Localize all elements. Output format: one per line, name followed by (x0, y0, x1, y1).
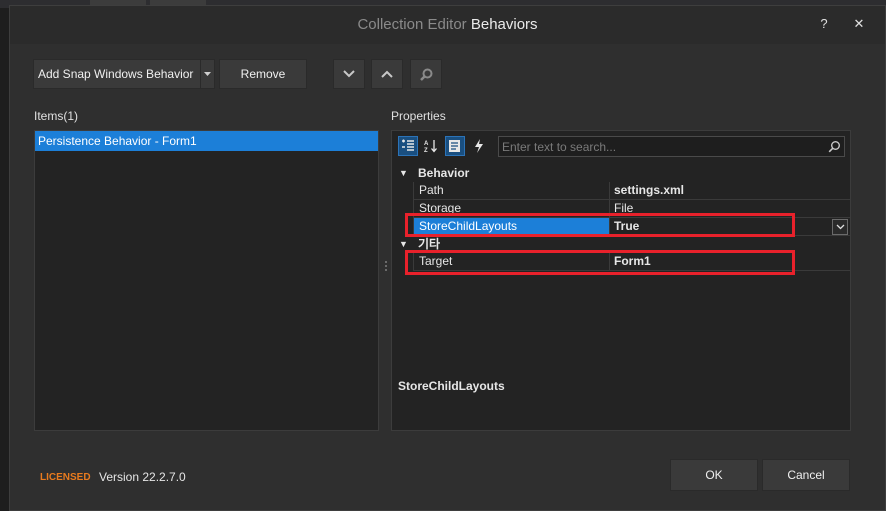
lightning-icon (475, 139, 483, 153)
property-pages-button[interactable] (445, 136, 465, 156)
close-button[interactable]: ✕ (851, 16, 867, 32)
alphabetical-icon: AZ (424, 140, 437, 153)
categorized-icon (402, 139, 414, 151)
remove-button[interactable]: Remove (219, 59, 307, 89)
licensed-badge: LICENSED (40, 472, 91, 483)
property-grid-toolbar: AZ (392, 131, 850, 161)
property-pages-icon (449, 140, 460, 152)
add-behavior-split-button[interactable]: Add Snap Windows Behavior (33, 59, 215, 89)
category-label: 기타 (418, 237, 441, 251)
alphabetical-button[interactable]: AZ (421, 136, 441, 156)
add-behavior-button[interactable]: Add Snap Windows Behavior (34, 67, 200, 81)
version-label: Version 22.2.7.0 (99, 470, 186, 484)
value-dropdown-button[interactable] (832, 219, 848, 235)
events-button[interactable] (469, 136, 489, 156)
move-up-button[interactable] (371, 59, 403, 89)
add-behavior-dropdown-arrow[interactable] (200, 60, 214, 88)
list-item[interactable]: Persistence Behavior - Form1 (35, 131, 378, 151)
chevron-down-icon (836, 224, 844, 230)
window-title-main: Behaviors (470, 16, 538, 33)
property-description-title: StoreChildLayouts (398, 379, 505, 393)
caret-down-icon (204, 72, 211, 76)
property-search-box[interactable] (498, 136, 845, 157)
window-title: Collection Editor Behaviors (10, 16, 885, 33)
title-bar: Collection Editor Behaviors ? ✕ (10, 6, 885, 44)
search-icon (419, 68, 432, 81)
cancel-button[interactable]: Cancel (762, 459, 850, 491)
property-value[interactable]: settings.xml (610, 182, 850, 199)
window-title-prefix: Collection Editor (357, 16, 471, 33)
help-button[interactable]: ? (816, 16, 832, 32)
categorized-button[interactable] (398, 136, 418, 156)
ok-button[interactable]: OK (670, 459, 758, 491)
collapse-icon[interactable]: ▼ (399, 165, 408, 182)
category-label: Behavior (418, 166, 470, 180)
panel-splitter-handle[interactable] (383, 261, 389, 275)
items-header: Items(1) (34, 109, 79, 123)
move-down-button[interactable] (333, 59, 365, 89)
search-icon[interactable] (828, 140, 841, 153)
category-behavior[interactable]: ▼ Behavior (392, 165, 850, 182)
chevron-down-icon (343, 70, 355, 78)
highlight-box (405, 250, 795, 275)
search-items-button[interactable] (410, 59, 442, 89)
svg-text:Z: Z (424, 148, 428, 153)
svg-text:A: A (424, 141, 429, 147)
highlight-box (405, 213, 795, 237)
properties-header: Properties (391, 109, 446, 123)
property-grid: AZ ▼ Behavior Path settings.xml (391, 130, 851, 431)
property-row-path[interactable]: Path settings.xml (413, 182, 850, 200)
chevron-up-icon (381, 70, 393, 78)
items-list[interactable]: Persistence Behavior - Form1 (34, 130, 379, 431)
collection-editor-dialog: Collection Editor Behaviors ? ✕ Add Snap… (9, 5, 886, 511)
property-search-input[interactable] (502, 139, 822, 154)
property-name: Path (413, 182, 610, 199)
